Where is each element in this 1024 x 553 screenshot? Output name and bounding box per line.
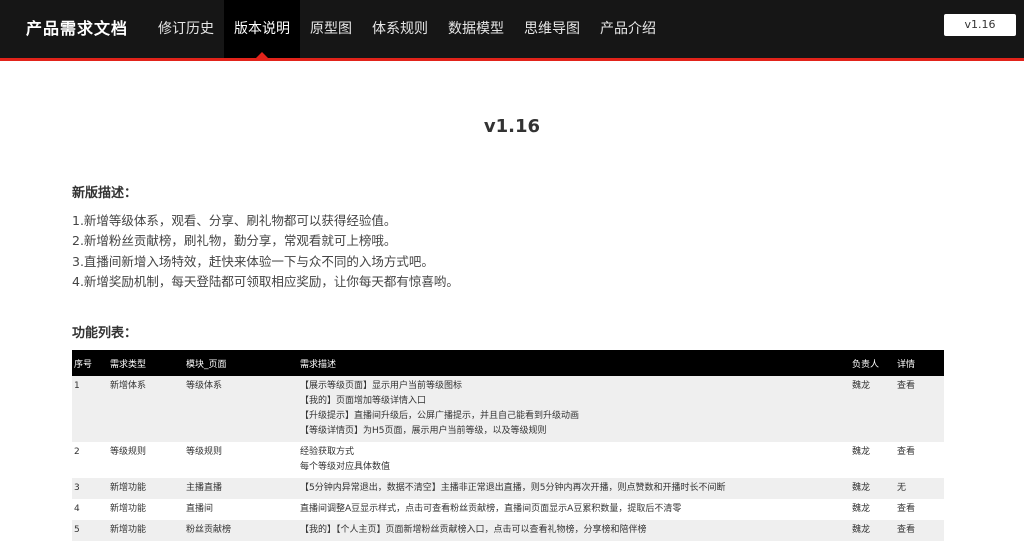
desc-text-line: 每个等级对应具体数值 [300,462,391,472]
cell-detail[interactable]: 查看 [895,376,944,442]
cell-type: 新增功能 [108,478,184,499]
page-title: v1.16 [483,116,541,137]
cell-module: 粉丝贡献榜 [184,520,298,541]
col-header-module: 模块_页面 [184,350,298,376]
cell-module: 等级规则 [184,442,298,478]
desc-line: 1.新增等级体系，观看、分享、刷礼物都可以获得经验值。 [72,213,397,228]
cell-module: 主播直播 [184,478,298,499]
col-header-detail: 详情 [895,350,944,376]
desc-text-line: 【展示等级页面】显示用户当前等级图标 [300,381,463,391]
cell-desc: 【我的】【个人主页】页面新增粉丝贡献榜入口，点击可以查看礼物榜，分享榜和陪伴榜 [298,520,850,541]
cell-module: 等级体系 [184,376,298,442]
col-header-desc: 需求描述 [298,350,850,376]
cell-detail[interactable]: 查看 [895,520,944,541]
nav-version-notes[interactable]: 版本说明 [224,0,300,58]
brand-title: 产品需求文档 [26,19,129,38]
desc-text-line: 【升级提示】直播间升级后，公屏广播提示，并且自己能看到升级动画 [300,411,580,421]
desc-text-line: 经验获取方式 [300,447,355,457]
table-heading: 功能列表： [72,326,138,341]
cell-no: 2 [72,442,108,478]
table-row: 1 新增体系 等级体系 【展示等级页面】显示用户当前等级图标 【我的】页面增加等级详情入… [72,376,944,442]
cell-type: 新增功能 [108,520,184,541]
desc-text-line: 【我的】页面增加等级详情入口 [300,396,427,406]
header-accent-line [0,58,1024,61]
cell-module: 直播间 [184,499,298,520]
col-header-no: 序号 [72,350,108,376]
col-header-owner: 负责人 [850,350,895,376]
desc-text-line: 【我的】【个人主页】页面新增粉丝贡献榜入口，点击可以查看礼物榜，分享榜和陪伴榜 [300,525,647,535]
top-navbar: 产品需求文档 修订历史 版本说明 原型图 体系规则 数据模型 思维导图 产品介绍… [0,0,1024,58]
cell-detail[interactable]: 查看 [895,442,944,478]
cell-desc: 直播间调整A豆显示样式，点击可查看粉丝贡献榜，直播间页面显示A豆累积数量，提取后… [298,499,850,520]
cell-type: 新增体系 [108,376,184,442]
cell-desc: 经验获取方式每个等级对应具体数值 [298,442,850,478]
nav-product-intro[interactable]: 产品介绍 [590,0,666,58]
table-row: 2 等级规则 等级规则 经验获取方式 每个等级对应具体数值 魏龙 查看 [72,442,944,478]
table-row: 4 新增功能 直播间 直播间调整A豆显示样式，点击可查看粉丝贡献榜，直播间页面显示A豆… [72,499,944,520]
cell-owner: 魏龙 [850,499,895,520]
cell-owner: 魏龙 [850,520,895,541]
desc-line: 3.直播间新增入场特效，赶快来体验一下与众不同的入场方式吧。 [72,253,434,269]
desc-text-line: 【等级详情页】为H5页面，展示用户当前等级，以及等级规则 [300,426,547,436]
cell-type: 新增功能 [108,499,184,520]
desc-text-line: 直播间调整A豆显示样式，点击可查看粉丝贡献榜，直播间页面显示A豆累积数量，提取后… [300,504,682,514]
nav-mind-map[interactable]: 思维导图 [514,0,590,58]
col-header-type: 需求类型 [108,350,184,376]
cell-no: 5 [72,520,108,541]
desc-list: 1.新增等级体系，观看、分享、刷礼物都可以获得经验值。 2.新增粉丝贡献榜，刷礼… [72,211,459,292]
cell-owner: 魏龙 [850,376,895,442]
feature-table: 序号 需求类型 模块_页面 需求描述 负责人 详情 1 新增体系 等级体系 【展示等级… [72,350,944,541]
cell-detail[interactable]: 无 [895,478,944,499]
cell-type: 等级规则 [108,442,184,478]
version-select[interactable]: v1.16 [944,14,1016,36]
main-nav: 修订历史 版本说明 原型图 体系规则 数据模型 思维导图 产品介绍 [148,0,666,58]
table-row: 5 新增功能 粉丝贡献榜 【我的】【个人主页】页面新增粉丝贡献榜入口，点击可以查看礼物… [72,520,944,541]
desc-line: 2.新增粉丝贡献榜，刷礼物，勤分享，常观看就可上榜哦。 [72,233,397,249]
cell-desc: 【5分钟内异常退出，数据不清空】主播非正常退出直播，则5分钟内再次开播，则点赞数… [298,478,850,499]
nav-prototype[interactable]: 原型图 [300,0,362,58]
cell-no: 4 [72,499,108,520]
desc-line: 4.新增奖励机制，每天登陆都可领取相应奖励，让你每天都有惊喜哟。 [72,273,459,289]
cell-no: 1 [72,376,108,442]
desc-text-line: 【5分钟内异常退出，数据不清空】主播非正常退出直播，则5分钟内再次开播，则点赞数… [300,483,726,493]
cell-no: 3 [72,478,108,499]
cell-owner: 魏龙 [850,478,895,499]
cell-owner: 魏龙 [850,442,895,478]
desc-heading: 新版描述： [72,186,138,201]
nav-data-model[interactable]: 数据模型 [438,0,514,58]
table-header-row: 序号 需求类型 模块_页面 需求描述 负责人 详情 [72,350,944,376]
cell-desc: 【展示等级页面】显示用户当前等级图标 【我的】页面增加等级详情入口【升级提示】直播… [298,376,850,442]
cell-detail[interactable]: 查看 [895,499,944,520]
table-row: 3 新增功能 主播直播 【5分钟内异常退出，数据不清空】主播非正常退出直播，则5分钟内… [72,478,944,499]
nav-revision-history[interactable]: 修订历史 [148,0,224,58]
nav-system-rules[interactable]: 体系规则 [362,0,438,58]
